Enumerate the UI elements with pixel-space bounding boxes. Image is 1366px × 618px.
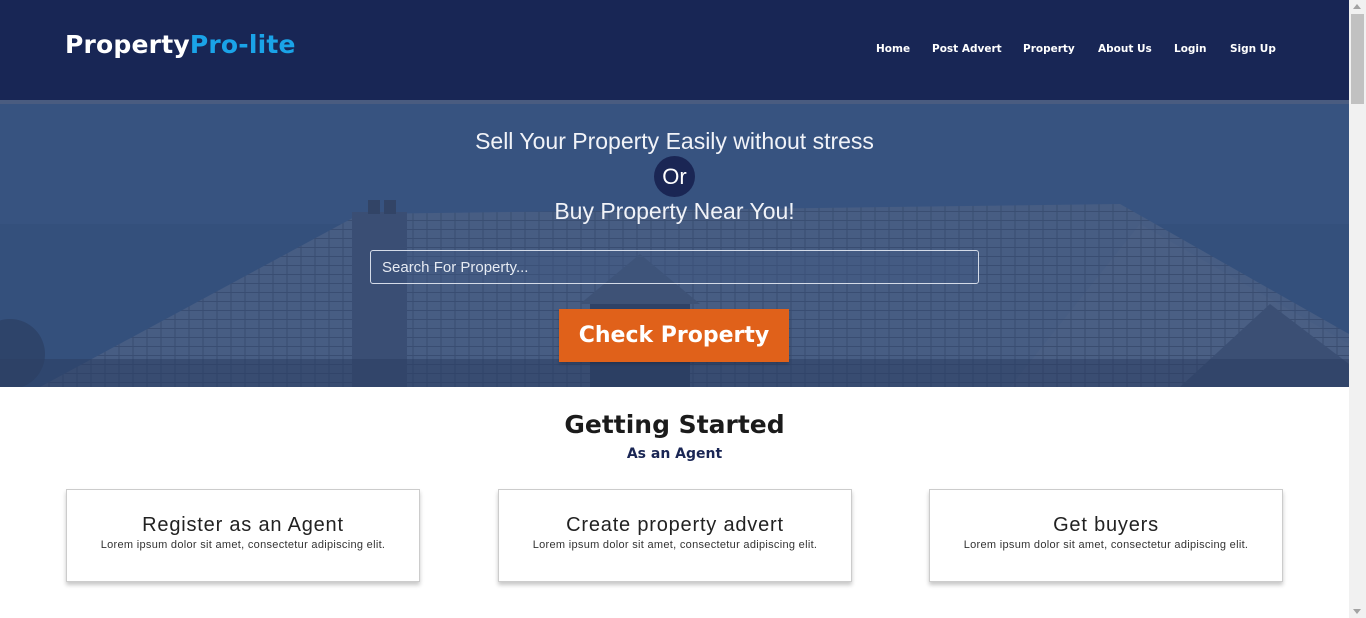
- getting-started-subtitle: As an Agent: [626, 446, 723, 462]
- hero-headline-sell: Sell Your Property Easily without stress: [475, 128, 874, 154]
- check-property-button[interactable]: Check Property: [559, 309, 789, 362]
- getting-started-title: Getting Started: [564, 410, 785, 439]
- card-register-agent: Register as an Agent Lorem ipsum dolor s…: [66, 489, 420, 582]
- card-title: Get buyers: [1053, 514, 1159, 536]
- card-get-buyers: Get buyers Lorem ipsum dolor sit amet, c…: [929, 489, 1283, 582]
- property-search-input[interactable]: [370, 250, 979, 284]
- nav-login-link[interactable]: Login: [1174, 43, 1207, 55]
- site-header: PropertyPro-lite Home Post Advert Proper…: [0, 0, 1349, 104]
- vertical-scrollbar[interactable]: [1349, 0, 1366, 618]
- nav-sign-up-link[interactable]: Sign Up: [1230, 43, 1276, 55]
- scrollbar-thumb[interactable]: [1351, 14, 1364, 104]
- card-text: Lorem ipsum dolor sit amet, consectetur …: [963, 539, 1249, 551]
- card-text: Lorem ipsum dolor sit amet, consectetur …: [100, 539, 386, 551]
- page: PropertyPro-lite Home Post Advert Proper…: [0, 0, 1349, 618]
- card-title: Create property advert: [566, 514, 784, 536]
- card-create-advert: Create property advert Lorem ipsum dolor…: [498, 489, 852, 582]
- hero-headline-buy: Buy Property Near You!: [554, 198, 795, 224]
- nav-about-us-link[interactable]: About Us: [1098, 43, 1152, 55]
- scroll-down-arrow-icon[interactable]: [1353, 609, 1361, 614]
- card-title: Register as an Agent: [142, 514, 344, 536]
- hero-section: Sell Your Property Easily without stress…: [0, 104, 1349, 387]
- nav-home-link[interactable]: Home: [876, 43, 910, 55]
- or-badge: Or: [654, 156, 695, 197]
- scroll-up-arrow-icon[interactable]: [1353, 4, 1361, 9]
- main-nav: Home Post Advert Property About Us Login…: [0, 43, 1349, 59]
- nav-property-link[interactable]: Property: [1023, 43, 1075, 55]
- card-text: Lorem ipsum dolor sit amet, consectetur …: [532, 539, 818, 551]
- nav-post-advert-link[interactable]: Post Advert: [932, 43, 1002, 55]
